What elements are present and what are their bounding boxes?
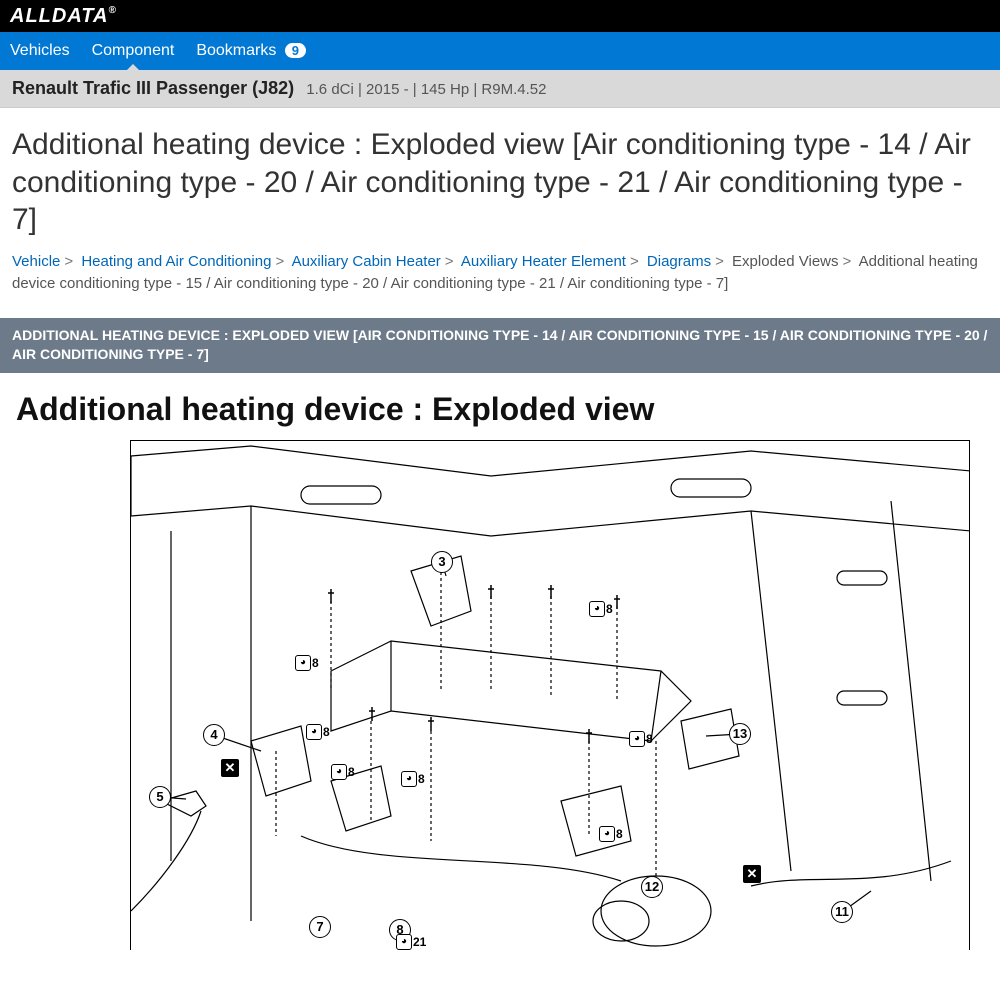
crumb-exploded: Exploded Views <box>732 253 838 270</box>
crumb-aux-element[interactable]: Auxiliary Heater Element <box>461 253 626 270</box>
vehicle-name: Renault Trafic III Passenger (J82) <box>12 78 294 98</box>
diagram-linework <box>131 441 970 950</box>
torque-label: ◕8 <box>295 655 319 671</box>
nav-bookmarks-label: Bookmarks <box>196 42 276 59</box>
torque-label: ◕8 <box>629 731 653 747</box>
crumb-diagrams[interactable]: Diagrams <box>647 253 711 270</box>
bookmarks-badge: 9 <box>285 43 306 58</box>
vehicle-bar: Renault Trafic III Passenger (J82) 1.6 d… <box>0 70 1000 108</box>
no-reuse-icon: ✕ <box>743 865 761 883</box>
callout-7: 7 <box>309 916 331 938</box>
callout-13: 13 <box>729 723 751 745</box>
section-banner: ADDITIONAL HEATING DEVICE : EXPLODED VIE… <box>0 318 1000 373</box>
callout-11: 11 <box>831 901 853 923</box>
crumb-aux-heater[interactable]: Auxiliary Cabin Heater <box>292 253 441 270</box>
page-title: Additional heating device : Exploded vie… <box>0 108 1000 247</box>
callout-12: 12 <box>641 876 663 898</box>
breadcrumb: Vehicle> Heating and Air Conditioning> A… <box>0 247 1000 308</box>
crumb-hvac[interactable]: Heating and Air Conditioning <box>81 253 271 270</box>
torque-label: ◕8 <box>306 724 330 740</box>
nav-component[interactable]: Component <box>92 42 175 60</box>
callout-5: 5 <box>149 786 171 808</box>
crumb-vehicle[interactable]: Vehicle <box>12 253 60 270</box>
torque-label: ◕8 <box>331 764 355 780</box>
nav-vehicles[interactable]: Vehicles <box>10 42 70 60</box>
vehicle-spec: 1.6 dCi | 2015 - | 145 Hp | R9M.4.52 <box>306 81 546 98</box>
content-title: Additional heating device : Exploded vie… <box>0 373 1000 440</box>
torque-label: ◕8 <box>599 826 623 842</box>
torque-label: ◕8 <box>401 771 425 787</box>
navbar: Vehicles Component Bookmarks 9 <box>0 32 1000 70</box>
callout-4: 4 <box>203 724 225 746</box>
exploded-diagram[interactable]: 34578131211◕8◕8◕8◕8◕8◕8◕8◕21✕✕ <box>130 440 970 950</box>
torque-label: ◕21 <box>396 934 426 950</box>
torque-label: ◕8 <box>589 601 613 617</box>
topbar: ALLDATA® <box>0 0 1000 32</box>
diagram-wrap: 34578131211◕8◕8◕8◕8◕8◕8◕8◕21✕✕ <box>0 440 1000 950</box>
no-reuse-icon: ✕ <box>221 759 239 777</box>
nav-bookmarks[interactable]: Bookmarks 9 <box>196 42 306 60</box>
callout-3: 3 <box>431 551 453 573</box>
logo: ALLDATA® <box>10 5 117 28</box>
